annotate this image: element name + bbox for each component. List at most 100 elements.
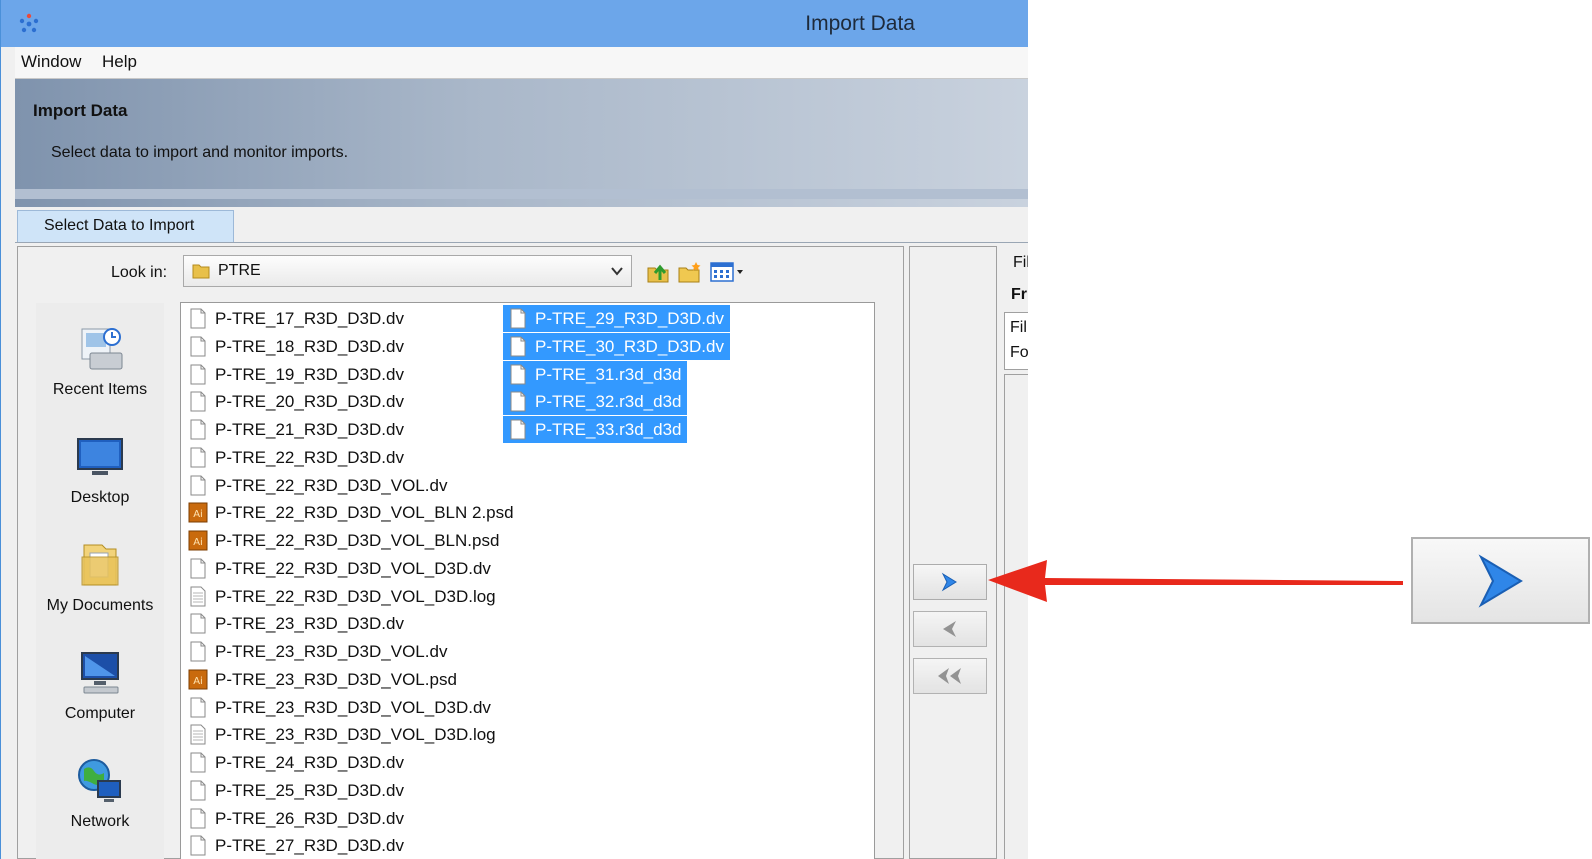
file-list-item[interactable]: P-TRE_33.r3d_d3d (503, 416, 688, 443)
file-list-item[interactable]: P-TRE_31.r3d_d3d (503, 360, 688, 388)
place-desktop[interactable]: Desktop (36, 431, 164, 531)
file-icon (510, 419, 526, 440)
file-name: P-TRE_23_R3D_D3D_VOL.dv (215, 642, 448, 661)
file-icon (510, 308, 526, 329)
header-title: Import Data (33, 101, 128, 120)
tab-select-data-to-import[interactable]: Select Data to Import (17, 210, 234, 243)
right-panel-text: Fil (1010, 319, 1027, 336)
place-computer[interactable]: Computer (36, 647, 164, 747)
double-chevron-left-icon (938, 668, 961, 684)
file-list-item[interactable]: P-TRE_22_R3D_D3D_VOL.dv (183, 472, 453, 499)
file-icon (190, 697, 206, 717)
file-list-item[interactable]: P-TRE_19_R3D_D3D.dv (183, 361, 410, 388)
file-list-item[interactable]: P-TRE_23_R3D_D3D_VOL.dv (183, 638, 453, 665)
file-name: P-TRE_30_R3D_D3D.dv (535, 336, 724, 356)
look-in-label: Look in: (111, 264, 168, 281)
file-chooser-panel: Look in: PTRE Recent Items Desktop My Do… (17, 246, 904, 859)
text-file-icon (190, 724, 206, 745)
place-label: Computer (64, 705, 136, 722)
file-list-item[interactable]: P-TRE_29_R3D_D3D.dv (503, 305, 730, 332)
file-icon (190, 419, 206, 440)
file-icon (510, 391, 526, 412)
file-icon (190, 808, 206, 828)
look-in-dropdown[interactable]: PTRE (183, 255, 632, 287)
import-data-window: Import Data Window Help Import Data Sele… (0, 0, 1028, 859)
file-list[interactable]: P-TRE_17_R3D_D3D.dv P-TRE_18_R3D_D3D.dv P-… (180, 302, 875, 859)
chevron-down-icon (611, 267, 623, 276)
file-list-item[interactable]: P-TRE_25_R3D_D3D.dv (183, 777, 410, 804)
file-list-item[interactable]: P-TRE_27_R3D_D3D.dv (183, 832, 410, 859)
right-panel-text: Fo (1010, 344, 1028, 361)
file-list-item[interactable]: Ai P-TRE_22_R3D_D3D_VOL_BLN 2.psd (183, 499, 520, 526)
adobe-file-icon: Ai (188, 669, 208, 690)
right-panel-text: Fr (1011, 286, 1027, 303)
places-sidebar: Recent Items Desktop My Documents Comput… (36, 303, 164, 859)
file-name: P-TRE_23_R3D_D3D_VOL_D3D.log (215, 725, 496, 745)
text-file-icon (190, 586, 206, 606)
folder-icon (192, 264, 210, 279)
file-name: P-TRE_18_R3D_D3D.dv (215, 336, 404, 356)
file-list-item[interactable]: P-TRE_23_R3D_D3D_VOL_D3D.dv (183, 694, 497, 721)
annotation-arrow (988, 560, 1403, 602)
file-list-item[interactable]: P-TRE_23_R3D_D3D.dv (183, 610, 410, 637)
place-label: Desktop (70, 489, 130, 506)
file-icon (190, 558, 206, 579)
file-list-item[interactable]: P-TRE_23_R3D_D3D_VOL_D3D.log (183, 721, 502, 748)
remove-selected-button[interactable] (913, 611, 987, 647)
file-list-item[interactable]: Ai P-TRE_23_R3D_D3D_VOL.psd (183, 666, 463, 693)
file-name: P-TRE_19_R3D_D3D.dv (215, 364, 404, 384)
file-list-item[interactable]: Ai P-TRE_22_R3D_D3D_VOL_BLN.psd (183, 527, 505, 554)
file-list-item[interactable]: P-TRE_22_R3D_D3D_VOL_D3D.log (183, 583, 502, 610)
remove-all-button[interactable] (913, 658, 987, 694)
svg-text:Ai: Ai (193, 509, 203, 520)
right-panel-list (1004, 374, 1028, 859)
file-name: P-TRE_27_R3D_D3D.dv (215, 836, 404, 856)
file-icon (190, 641, 206, 662)
svg-text:Ai: Ai (193, 537, 203, 548)
file-name: P-TRE_23_R3D_D3D_VOL.psd (215, 669, 457, 689)
tab-divider (15, 242, 1028, 243)
title-bar: Import Data (1, 0, 1028, 47)
view-menu-icon[interactable] (710, 260, 746, 284)
place-label: My Documents (46, 597, 154, 614)
add-selected-button[interactable] (913, 564, 987, 600)
transfer-buttons-panel (909, 246, 997, 859)
file-icon (190, 391, 206, 412)
recent-items-icon (81, 328, 123, 370)
place-my-documents[interactable]: My Documents (36, 539, 164, 639)
menu-window[interactable]: Window (21, 52, 81, 72)
file-list-item[interactable]: P-TRE_30_R3D_D3D.dv (503, 332, 730, 360)
my-documents-icon (81, 544, 119, 586)
file-list-item[interactable]: P-TRE_26_R3D_D3D.dv (183, 805, 410, 832)
file-name: P-TRE_24_R3D_D3D.dv (215, 753, 404, 772)
chevron-right-icon (1478, 553, 1523, 608)
new-folder-icon[interactable] (678, 260, 702, 284)
file-name: P-TRE_22_R3D_D3D_VOL_BLN 2.psd (215, 503, 514, 523)
menu-help[interactable]: Help (102, 52, 137, 72)
file-list-item[interactable]: P-TRE_22_R3D_D3D.dv (183, 444, 410, 471)
file-list-item[interactable]: P-TRE_24_R3D_D3D.dv (183, 749, 410, 776)
file-icon (190, 613, 206, 634)
adobe-file-icon: Ai (188, 530, 208, 551)
file-list-item[interactable]: P-TRE_18_R3D_D3D.dv (183, 333, 410, 360)
header-divider (15, 189, 1028, 199)
up-folder-icon[interactable] (646, 260, 670, 284)
file-icon (190, 364, 206, 384)
header-panel: Import Data Select data to import and mo… (15, 79, 1028, 207)
file-list-item[interactable]: P-TRE_32.r3d_d3d (503, 388, 688, 416)
file-list-item[interactable]: P-TRE_20_R3D_D3D.dv (183, 388, 410, 415)
file-list-item[interactable]: P-TRE_22_R3D_D3D_VOL_D3D.dv (183, 555, 497, 582)
file-list-item[interactable]: P-TRE_21_R3D_D3D.dv (183, 416, 410, 443)
place-network[interactable]: Network (36, 755, 164, 855)
computer-icon (81, 652, 119, 694)
file-list-item[interactable]: P-TRE_17_R3D_D3D.dv (183, 305, 410, 332)
place-label: Network (70, 813, 130, 830)
place-recent-items[interactable]: Recent Items (36, 323, 164, 423)
file-icon (190, 447, 206, 468)
right-panel-box: Fil Fo (1004, 312, 1028, 370)
chevron-left-icon (943, 621, 956, 637)
desktop-icon (77, 438, 123, 475)
file-name: P-TRE_22_R3D_D3D_VOL.dv (215, 475, 448, 495)
network-icon (78, 759, 121, 802)
chevron-right-icon (941, 572, 957, 592)
